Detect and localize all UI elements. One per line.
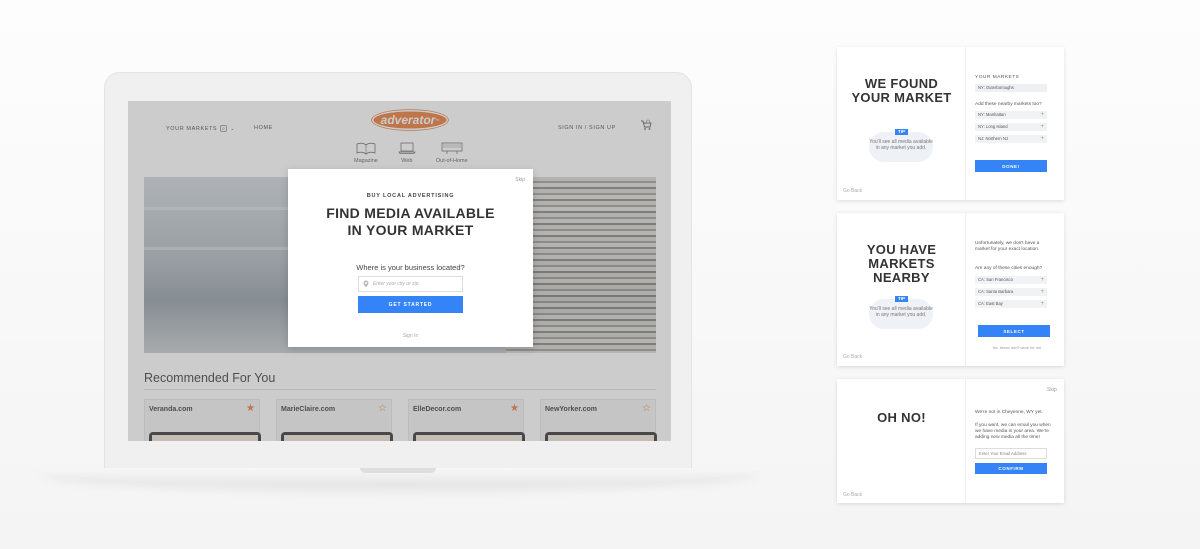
go-back-link[interactable]: Go Back	[843, 492, 862, 498]
laptop-notch	[360, 468, 436, 473]
go-back-link[interactable]: Go Back	[843, 354, 862, 360]
panel-heading-line2: MARKETS	[868, 256, 935, 271]
decline-link[interactable]: No, these don't work for me	[975, 345, 1059, 350]
nearby-market-label: NJ: Northern NJ	[978, 136, 1009, 141]
confirm-button[interactable]: CONFIRM	[975, 463, 1047, 474]
nearby-markets-list: NY: Manhattan + NY: Long Island + NJ: Nort…	[975, 111, 1047, 147]
skip-link[interactable]: Skip	[1047, 387, 1057, 393]
tip-bubble: You'll see all media available in any ma…	[869, 299, 933, 329]
modal-title-line2: IN YOUR MARKET	[347, 222, 474, 238]
email-input[interactable]	[975, 448, 1047, 459]
nearby-market-row[interactable]: NY: Manhattan +	[975, 111, 1047, 119]
panel-heading-line1: WE FOUND	[864, 76, 939, 91]
laptop-screen: YOUR MARKETS 0 ⌄ HOME adverator ™ SIGN IN…	[128, 101, 671, 441]
nearby-market-row[interactable]: NJ: Northern NJ +	[975, 135, 1047, 143]
get-started-button[interactable]: GET STARTED	[358, 296, 463, 313]
city-row[interactable]: CA: San Francisco +	[975, 276, 1047, 284]
panel-right: YOUR MARKETS NY: Outerboroughs Add these…	[975, 47, 1059, 172]
plus-icon[interactable]: +	[1040, 288, 1044, 296]
city-label: CA: East Bay	[978, 301, 1003, 306]
map-pin-icon	[363, 280, 369, 288]
panel-heading-line2: YOUR MARKET	[851, 90, 952, 105]
panel-heading: OH NO!	[877, 410, 926, 425]
location-question: Where is your business located?	[356, 263, 465, 272]
panel-heading: WE FOUND YOUR MARKET	[837, 77, 966, 105]
modal-title: FIND MEDIA AVAILABLE IN YOUR MARKET	[288, 205, 533, 239]
location-input[interactable]	[372, 281, 462, 287]
city-label: CA: San Francisco	[978, 277, 1013, 282]
modal-eyebrow: BUY LOCAL ADVERTISING	[366, 193, 455, 199]
panel-left: OH NO! Go Back	[837, 379, 966, 503]
plus-icon[interactable]: +	[1040, 276, 1044, 284]
tip-label: TIP	[895, 296, 908, 302]
tip-bubble: You'll see all media available in any ma…	[869, 132, 933, 162]
not-available-text: We're not in Cheyenne, WY yet.	[975, 410, 1043, 415]
city-label: CA: Santa Barbara	[978, 289, 1014, 294]
nearby-market-label: NY: Manhattan	[978, 112, 1006, 117]
sign-in-link[interactable]: Sign In	[288, 333, 533, 339]
panel-found-market: WE FOUND YOUR MARKET You'll see all medi…	[837, 47, 1064, 200]
nearby-cities-list: CA: San Francisco + CA: Santa Barbara + CA…	[975, 276, 1047, 312]
go-back-link[interactable]: Go Back	[843, 188, 862, 194]
no-exact-market-text: Unfortunately, we don't have a market fo…	[975, 241, 1040, 252]
done-button[interactable]: DONE!	[975, 160, 1047, 172]
skip-link[interactable]: Skip	[515, 177, 525, 183]
plus-icon[interactable]: +	[1040, 111, 1044, 119]
panel-left: YOU HAVE MARKETS NEARBY You'll see all m…	[837, 213, 966, 366]
nearby-market-row[interactable]: NY: Long Island +	[975, 123, 1047, 131]
city-row[interactable]: CA: East Bay +	[975, 300, 1047, 308]
plus-icon[interactable]: +	[1040, 135, 1044, 143]
your-markets-label: YOUR MARKETS	[975, 75, 1020, 80]
panel-heading-line1: YOU HAVE	[866, 242, 937, 257]
email-offer-text: If you want, we can email you when we ha…	[975, 423, 1051, 440]
location-field[interactable]	[358, 276, 463, 292]
panel-oh-no: OH NO! Go Back Skip We're not in Cheyenn…	[837, 379, 1064, 503]
plus-icon[interactable]: +	[1040, 300, 1044, 308]
location-modal: Skip BUY LOCAL ADVERTISING FIND MEDIA AV…	[288, 169, 533, 347]
modal-title-line1: FIND MEDIA AVAILABLE	[326, 205, 495, 221]
panel-heading-line3: NEARBY	[873, 270, 930, 285]
nearby-market-label: NY: Long Island	[978, 124, 1008, 129]
city-row[interactable]: CA: Santa Barbara +	[975, 288, 1047, 296]
selected-market[interactable]: NY: Outerboroughs	[975, 84, 1047, 92]
plus-icon[interactable]: +	[1040, 123, 1044, 131]
panel-heading: YOU HAVE MARKETS NEARBY	[837, 243, 966, 285]
cities-question: Are any of these cities enough?	[975, 266, 1043, 271]
tip-label: TIP	[895, 129, 908, 135]
select-button[interactable]: SELECT	[978, 325, 1050, 337]
panel-markets-nearby: YOU HAVE MARKETS NEARBY You'll see all m…	[837, 213, 1064, 366]
panel-left: WE FOUND YOUR MARKET You'll see all medi…	[837, 47, 966, 200]
add-nearby-prompt: Add these nearby markets too?	[975, 102, 1042, 107]
